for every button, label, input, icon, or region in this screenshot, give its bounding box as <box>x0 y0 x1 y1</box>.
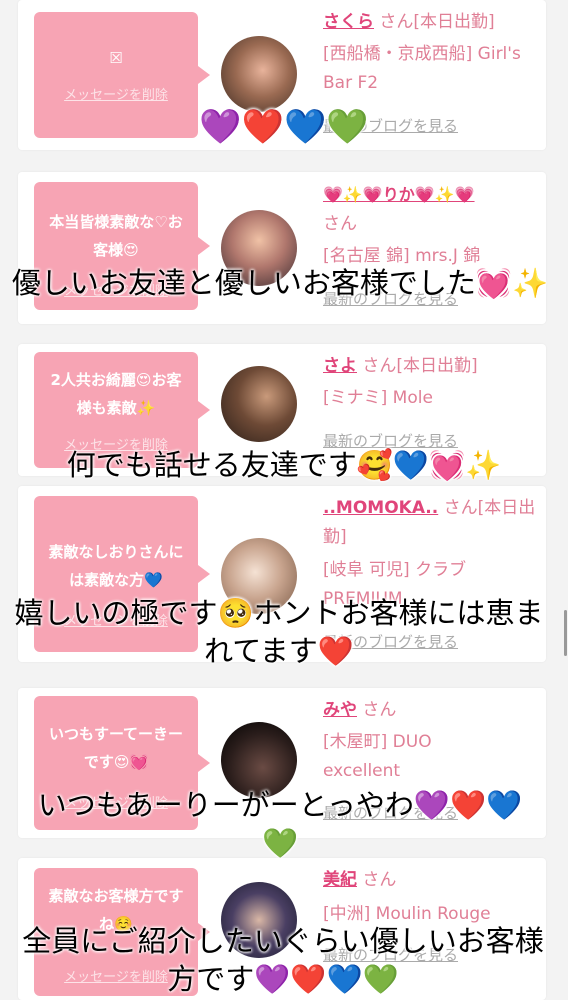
cast-name-link[interactable]: みや <box>323 700 357 720</box>
message-text: 2人共お綺麗😍お客様も素敵✨ <box>50 371 182 417</box>
caption-overlay: 優しいお友達と優しいお客様でした💓✨ <box>11 266 549 300</box>
cast-suffix: さん <box>362 870 397 890</box>
delete-message-link[interactable]: メッセージを削除 <box>34 82 198 110</box>
shop-name: [木屋町] DUO excellent <box>323 732 432 781</box>
cast-suffix: さん[本日出勤] <box>379 12 495 32</box>
message-text: 素敵なしおりさんには素敵な方💙 <box>48 543 184 589</box>
avatar[interactable] <box>221 36 297 112</box>
cast-name-line: 美紀 さん <box>323 866 543 895</box>
cast-name-link[interactable]: 💗✨💗りか💗✨💗 <box>323 185 475 204</box>
caption-overlay: 全員にご紹介したいぐらい優しいお客様方です💜❤️💙💚 <box>22 924 544 996</box>
cast-name-link[interactable]: さくら <box>323 12 374 32</box>
cast-suffix: さん <box>362 700 397 720</box>
scrollbar[interactable] <box>564 610 567 656</box>
shop-name: [ミナミ] Mole <box>323 388 433 408</box>
cast-name-link[interactable]: さよ <box>323 356 357 376</box>
cast-name-link[interactable]: 美紀 <box>323 870 357 890</box>
caption-overlay: 💜❤️💙💚 <box>199 107 369 147</box>
cast-name-line: さよ さん[本日出勤] <box>323 352 543 381</box>
message-text: 本当皆様素敵な♡お客様😍 <box>49 213 183 259</box>
message-text: ☒ <box>109 49 123 67</box>
cast-name-link[interactable]: ..MOMOKA.. <box>323 498 438 518</box>
cast-name-line: ..MOMOKA.. さん[本日出勤] <box>323 494 543 552</box>
cast-name-line: さくら さん[本日出勤] <box>323 8 543 37</box>
cast-suffix: さん[本日出勤] <box>362 356 478 376</box>
caption-overlay: 何でも話せる友達です🥰💙💓✨ <box>66 448 502 482</box>
cast-suffix: さん <box>323 214 357 234</box>
message-text: いつもすーてーきーです😍💓 <box>48 725 184 771</box>
cast-name-line: 💗✨💗りか💗✨💗 さん <box>323 180 543 239</box>
cast-name-line: みや さん <box>323 696 543 725</box>
caption-overlay: 嬉しいの極です🥺ホントお客様には恵まれてます❤️ <box>14 596 544 668</box>
avatar[interactable] <box>221 366 297 442</box>
caption-overlay: いつもあーりーがーとっやわ💜❤️💙💚 <box>37 788 523 860</box>
shop-name: [西船橋・京成西船] Girl's Bar F2 <box>323 44 521 93</box>
